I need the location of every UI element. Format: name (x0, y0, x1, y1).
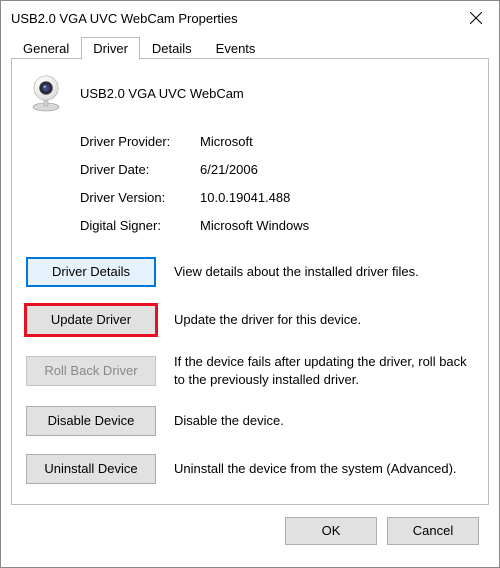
content-area: General Driver Details Events (1, 35, 499, 567)
uninstall-device-button[interactable]: Uninstall Device (26, 454, 156, 484)
roll-back-driver-description: If the device fails after updating the d… (174, 353, 474, 388)
driver-provider-value: Microsoft (200, 134, 253, 149)
titlebar: USB2.0 VGA UVC WebCam Properties (1, 1, 499, 35)
driver-version-value: 10.0.19041.488 (200, 190, 290, 205)
update-driver-button[interactable]: Update Driver (26, 305, 156, 335)
driver-details-button[interactable]: Driver Details (26, 257, 156, 287)
roll-back-driver-button: Roll Back Driver (26, 356, 156, 386)
cancel-button[interactable]: Cancel (387, 517, 479, 545)
disable-device-description: Disable the device. (174, 412, 474, 430)
webcam-icon (26, 73, 66, 113)
driver-info: Driver Provider: Microsoft Driver Date: … (80, 127, 474, 239)
tab-driver[interactable]: Driver (81, 37, 140, 60)
disable-device-button[interactable]: Disable Device (26, 406, 156, 436)
driver-tab-page: USB2.0 VGA UVC WebCam Driver Provider: M… (11, 59, 489, 505)
digital-signer-label: Digital Signer: (80, 218, 200, 233)
driver-provider-label: Driver Provider: (80, 134, 200, 149)
uninstall-device-description: Uninstall the device from the system (Ad… (174, 460, 474, 478)
tab-general[interactable]: General (11, 37, 81, 59)
tab-details[interactable]: Details (140, 37, 204, 59)
close-button[interactable] (453, 1, 499, 35)
digital-signer-value: Microsoft Windows (200, 218, 309, 233)
close-icon (470, 12, 482, 24)
driver-date-value: 6/21/2006 (200, 162, 258, 177)
device-name: USB2.0 VGA UVC WebCam (80, 86, 244, 101)
driver-date-label: Driver Date: (80, 162, 200, 177)
driver-version-label: Driver Version: (80, 190, 200, 205)
tab-strip: General Driver Details Events (11, 35, 489, 59)
tab-events[interactable]: Events (204, 37, 268, 59)
driver-details-description: View details about the installed driver … (174, 263, 474, 281)
device-header: USB2.0 VGA UVC WebCam (26, 73, 474, 113)
ok-button[interactable]: OK (285, 517, 377, 545)
update-driver-description: Update the driver for this device. (174, 311, 474, 329)
dialog-button-bar: OK Cancel (11, 505, 489, 557)
window-title: USB2.0 VGA UVC WebCam Properties (11, 11, 238, 26)
properties-window: USB2.0 VGA UVC WebCam Properties General… (0, 0, 500, 568)
